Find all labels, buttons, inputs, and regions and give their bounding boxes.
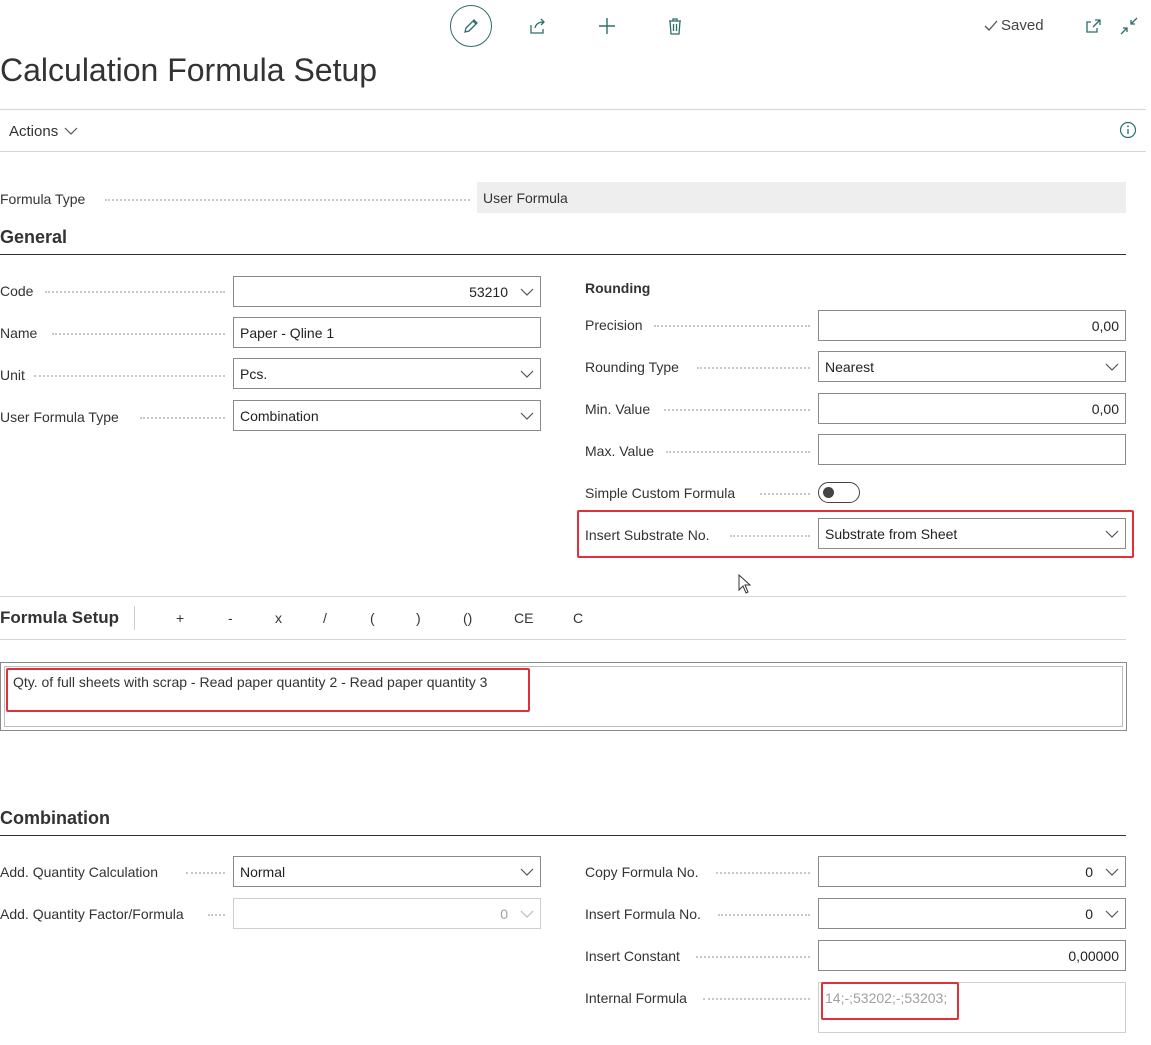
chevron-down-icon (64, 127, 78, 135)
pencil-icon (464, 19, 478, 33)
copy-formula-no-value: 0 (1085, 863, 1093, 880)
clear-button[interactable]: C (573, 610, 583, 626)
insert-formula-no-select[interactable]: 0 (818, 898, 1126, 929)
chevron-down-icon[interactable] (1105, 530, 1119, 538)
operator-open-paren-button[interactable]: ( (370, 610, 375, 626)
checkmark-icon (984, 20, 998, 31)
code-label: Code (0, 283, 34, 299)
internal-formula-label: Internal Formula (585, 990, 687, 1006)
formula-text-area[interactable]: Qty. of full sheets with scrap - Read pa… (0, 662, 1127, 731)
general-section-title: General (0, 227, 68, 247)
chevron-down-icon[interactable] (520, 370, 534, 378)
chevron-down-icon[interactable] (520, 288, 534, 296)
chevron-down-icon[interactable] (1105, 363, 1119, 371)
user-formula-type-label: User Formula Type (0, 409, 119, 425)
info-button[interactable] (1119, 121, 1137, 139)
precision-label: Precision (585, 317, 643, 333)
rounding-type-label: Rounding Type (585, 359, 679, 375)
name-label: Name (0, 325, 38, 341)
mouse-pointer-icon (738, 574, 752, 594)
rounding-type-select[interactable]: Nearest (818, 351, 1126, 382)
chevron-down-icon[interactable] (1105, 868, 1119, 876)
actions-menu[interactable]: Actions (9, 123, 78, 140)
code-field[interactable]: 53210 (233, 276, 541, 307)
insert-substrate-no-label: Insert Substrate No. (585, 527, 710, 543)
new-button[interactable] (587, 6, 627, 46)
add-quantity-factor-select: 0 (233, 898, 541, 929)
operator-minus-button[interactable]: - (228, 610, 233, 626)
edit-button[interactable] (450, 5, 492, 47)
name-value: Paper - Qline 1 (240, 324, 335, 341)
user-formula-type-select[interactable]: Combination (233, 400, 541, 431)
insert-formula-no-label: Insert Formula No. (585, 906, 701, 922)
chevron-down-icon[interactable] (520, 412, 534, 420)
formula-setup-title: Formula Setup (0, 608, 120, 627)
insert-substrate-no-value: Substrate from Sheet (825, 525, 958, 542)
saved-label: Saved (1001, 17, 1044, 34)
name-field[interactable]: Paper - Qline 1 (233, 317, 541, 348)
page-title: Calculation Formula Setup (0, 52, 378, 88)
add-quantity-calculation-value: Normal (240, 863, 286, 880)
max-value-label: Max. Value (585, 443, 654, 459)
formula-text: Qty. of full sheets with scrap - Read pa… (13, 674, 488, 690)
simple-custom-formula-toggle[interactable] (818, 482, 860, 503)
delete-button[interactable] (655, 6, 695, 46)
copy-formula-no-label: Copy Formula No. (585, 864, 699, 880)
trash-icon (669, 18, 681, 35)
code-value: 53210 (469, 283, 508, 300)
collapse-button[interactable] (1109, 6, 1149, 46)
formula-type-label: Formula Type (0, 191, 86, 207)
operator-parens-button[interactable]: () (463, 610, 472, 626)
insert-formula-no-value: 0 (1085, 905, 1093, 922)
collapse-icon (1120, 17, 1138, 35)
chevron-down-icon[interactable] (520, 868, 534, 876)
min-value-value: 0,00 (1091, 400, 1119, 417)
formula-type-value: User Formula (477, 182, 1126, 213)
simple-custom-formula-label: Simple Custom Formula (585, 485, 736, 501)
toggle-knob (823, 487, 834, 498)
chevron-down-icon (520, 910, 534, 918)
plus-icon (599, 18, 615, 34)
internal-formula-value: 14;-;53202;-;53203; (825, 990, 948, 1006)
clear-entry-button[interactable]: CE (514, 610, 533, 626)
open-in-new-window-icon (1086, 19, 1101, 33)
share-button[interactable] (518, 6, 558, 46)
rounding-subheading: Rounding (585, 280, 651, 296)
unit-select[interactable]: Pcs. (233, 358, 541, 389)
insert-constant-label: Insert Constant (585, 948, 680, 964)
min-value-label: Min. Value (585, 401, 651, 417)
add-quantity-factor-value: 0 (500, 905, 508, 922)
add-quantity-calculation-select[interactable]: Normal (233, 856, 541, 887)
rounding-type-value: Nearest (825, 358, 875, 375)
operator-divide-button[interactable]: / (323, 610, 327, 626)
saved-status: Saved (983, 17, 1044, 34)
insert-constant-field[interactable]: 0,00000 (818, 940, 1126, 971)
unit-label: Unit (0, 367, 25, 383)
open-new-window-button[interactable] (1073, 6, 1113, 46)
min-value-field[interactable]: 0,00 (818, 393, 1126, 424)
insert-constant-value: 0,00000 (1068, 947, 1119, 964)
share-icon (530, 18, 545, 34)
internal-formula-field: 14;-;53202;-;53203; (818, 982, 1126, 1033)
precision-field[interactable]: 0,00 (818, 310, 1126, 341)
operator-close-paren-button[interactable]: ) (416, 610, 421, 626)
add-quantity-calculation-label: Add. Quantity Calculation (0, 864, 158, 880)
info-icon (1119, 121, 1137, 139)
operator-multiply-button[interactable]: x (275, 610, 282, 626)
actions-label: Actions (9, 123, 59, 140)
chevron-down-icon[interactable] (1105, 910, 1119, 918)
operator-plus-button[interactable]: + (176, 610, 184, 626)
insert-substrate-no-select[interactable]: Substrate from Sheet (818, 518, 1126, 549)
precision-value: 0,00 (1091, 317, 1119, 334)
combination-section-title: Combination (0, 808, 110, 828)
user-formula-type-value: Combination (240, 407, 319, 424)
add-quantity-factor-label: Add. Quantity Factor/Formula (0, 906, 184, 922)
unit-value: Pcs. (240, 365, 268, 382)
max-value-field[interactable] (818, 434, 1126, 465)
copy-formula-no-select[interactable]: 0 (818, 856, 1126, 887)
